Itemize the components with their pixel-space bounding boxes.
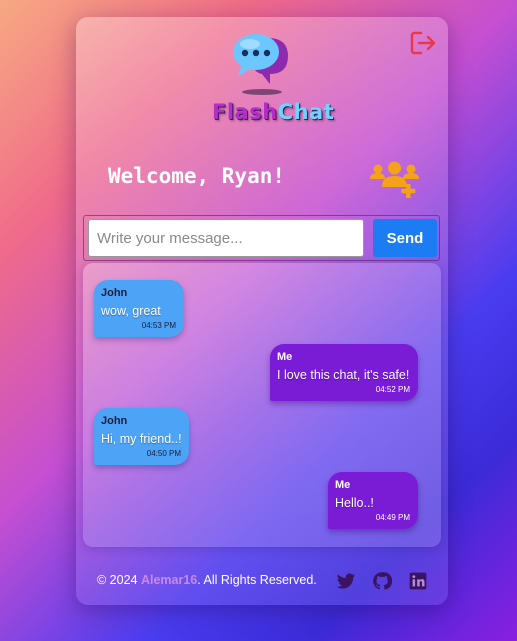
message-bubble: John wow, great 04:53 PM	[94, 280, 184, 337]
twitter-icon[interactable]	[336, 571, 356, 591]
message-input[interactable]	[88, 219, 364, 257]
add-users-icon[interactable]	[368, 157, 420, 199]
github-icon[interactable]	[372, 571, 392, 591]
message-sender: Me	[335, 479, 351, 491]
author-link[interactable]: Alemar16	[141, 573, 197, 587]
chat-messages-panel[interactable]: John wow, great 04:53 PM Me I love this …	[83, 263, 441, 547]
message-time: 04:52 PM	[375, 385, 410, 394]
message-bubble: Me I love this chat, it's safe! 04:52 PM	[270, 344, 418, 401]
brand-part-2: Chat	[277, 100, 335, 124]
message-text: Hi, my friend..!	[101, 432, 182, 446]
welcome-message: Welcome, Ryan!	[108, 164, 286, 188]
copyright-text: © 2024	[97, 573, 141, 587]
message-time: 04:53 PM	[141, 321, 176, 330]
brand-title: FlashChat	[212, 100, 334, 124]
message-sender: Me	[277, 351, 293, 363]
footer-copyright: © 2024 Alemar16. All Rights Reserved.	[97, 573, 317, 587]
rights-text: . All Rights Reserved.	[197, 573, 317, 587]
message-time: 04:49 PM	[375, 513, 410, 522]
linkedin-icon[interactable]	[408, 571, 428, 591]
message-text: Hello..!	[335, 496, 374, 510]
chat-bubble-logo	[233, 34, 288, 95]
message-sender: John	[101, 415, 128, 427]
send-button[interactable]: Send	[373, 219, 437, 257]
message-sender: John	[101, 287, 128, 299]
message-time: 04:50 PM	[146, 449, 181, 458]
message-text: wow, great	[101, 304, 161, 318]
message-text: I love this chat, it's safe!	[277, 368, 410, 382]
message-bubble: Me Hello..! 04:49 PM	[328, 472, 418, 529]
brand-part-1: Flash	[212, 100, 278, 124]
message-bubble: John Hi, my friend..! 04:50 PM	[94, 408, 189, 465]
logout-icon[interactable]	[409, 29, 437, 57]
